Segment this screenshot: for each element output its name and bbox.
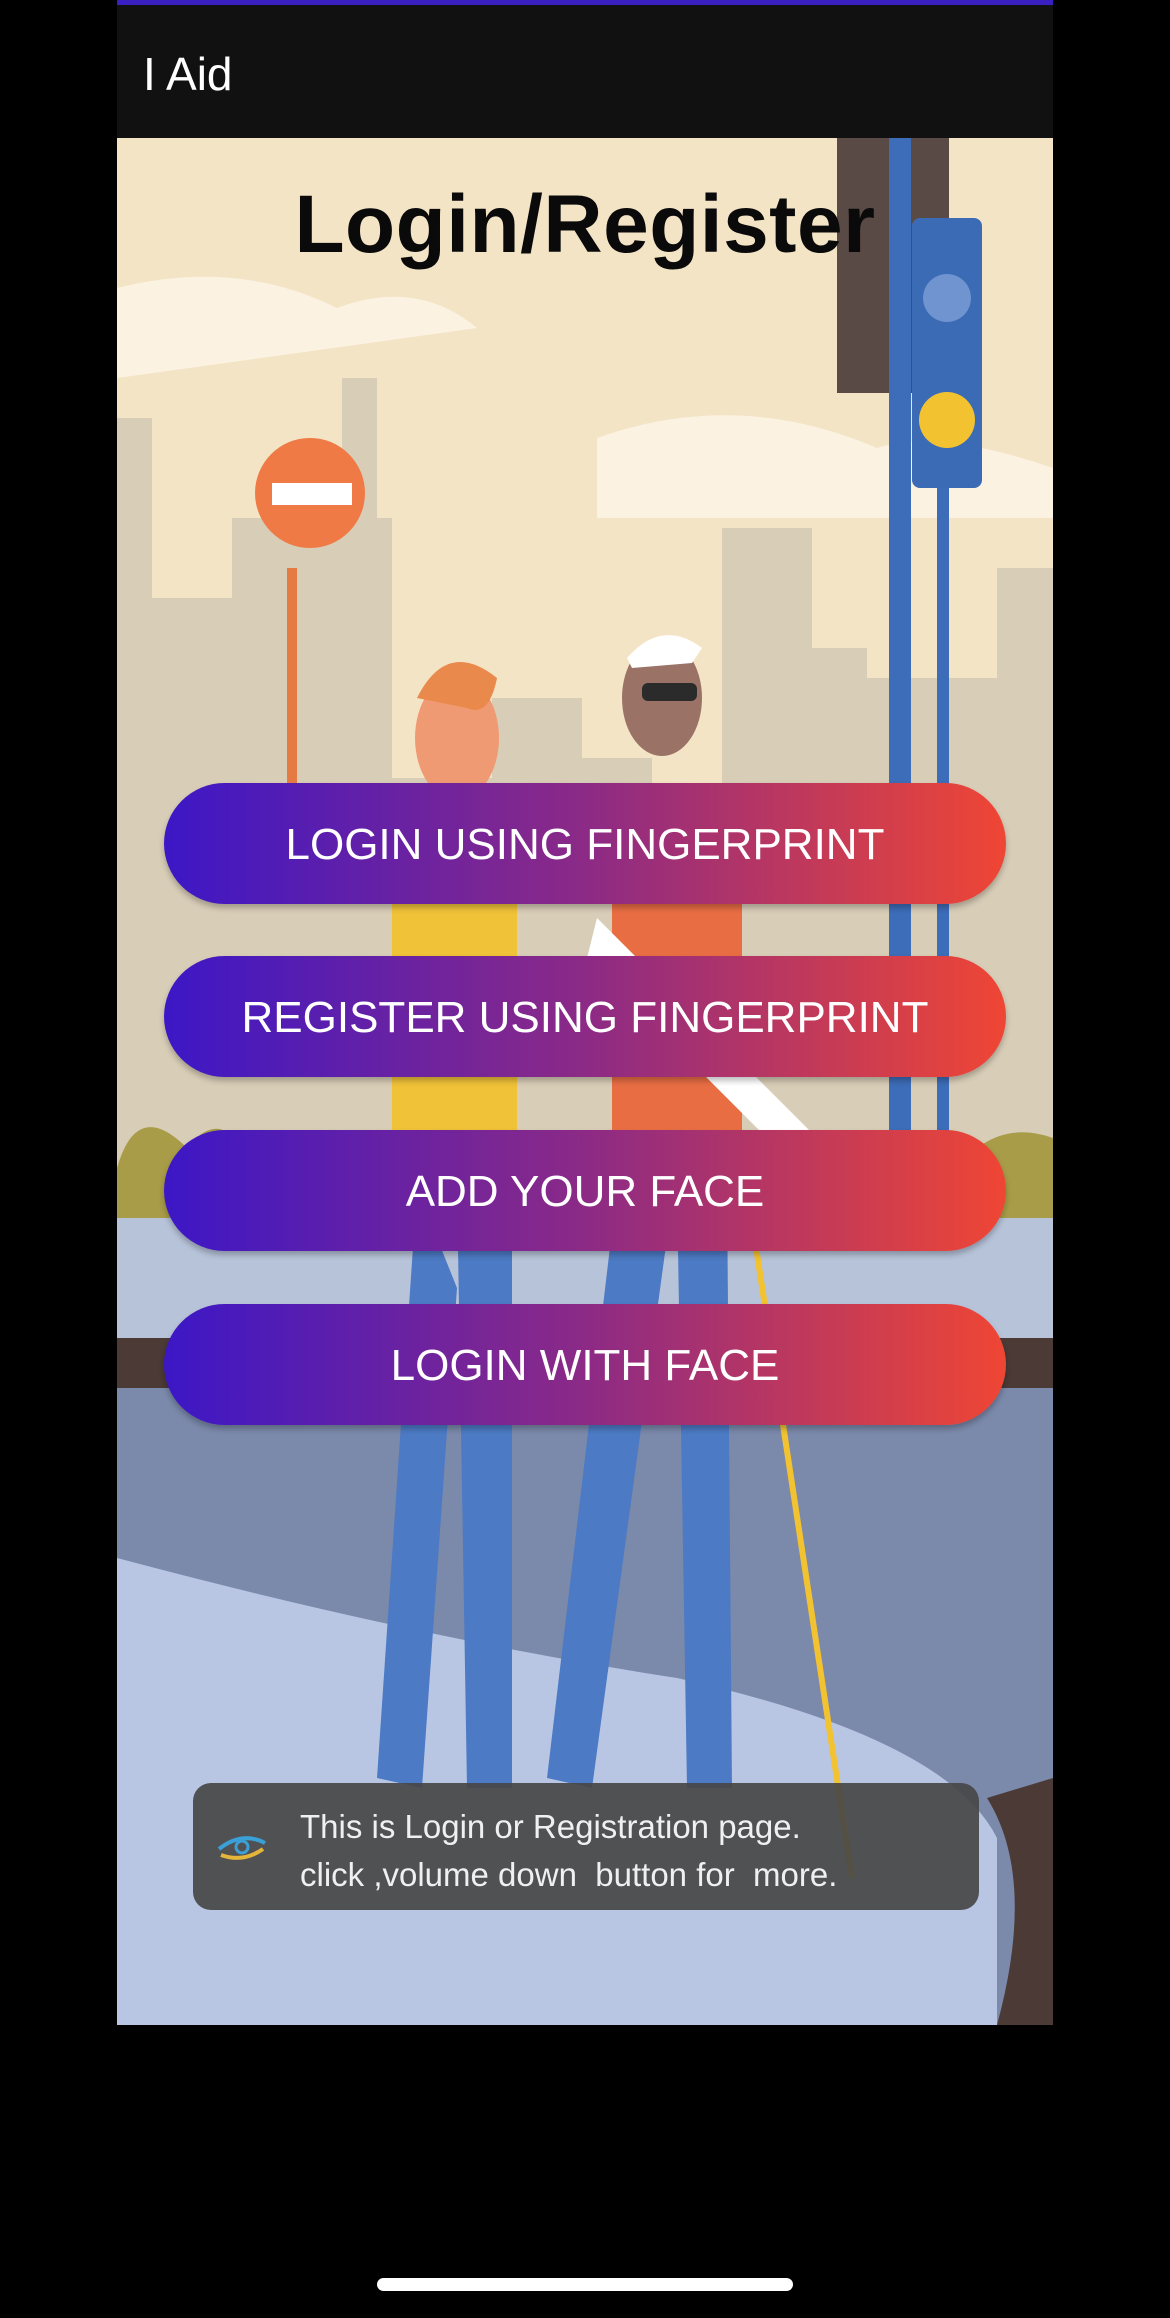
app-logo-icon xyxy=(217,1836,266,1860)
page-title: Login/Register xyxy=(294,179,876,270)
toast-line-1: This is Login or Registration page. xyxy=(300,1808,801,1845)
toast-text: This is Login or Registration page. clic… xyxy=(300,1803,837,1899)
app-bar: I Aid xyxy=(117,5,1053,138)
background-illustration xyxy=(117,138,1053,2025)
phone-screen: I Aid Login/Register LOGIN USING FINGERP… xyxy=(117,0,1053,2025)
login-face-button[interactable]: LOGIN WITH FACE xyxy=(164,1304,1006,1425)
toast-message: This is Login or Registration page. clic… xyxy=(193,1783,979,1910)
home-indicator[interactable] xyxy=(377,2278,793,2291)
toast-line-2: click ,volume down button for more. xyxy=(300,1856,838,1893)
register-fingerprint-button[interactable]: REGISTER USING FINGERPRINT xyxy=(164,956,1006,1077)
login-fingerprint-button[interactable]: LOGIN USING FINGERPRINT xyxy=(164,783,1006,904)
add-face-button[interactable]: ADD YOUR FACE xyxy=(164,1130,1006,1251)
app-title: I Aid xyxy=(143,48,233,100)
